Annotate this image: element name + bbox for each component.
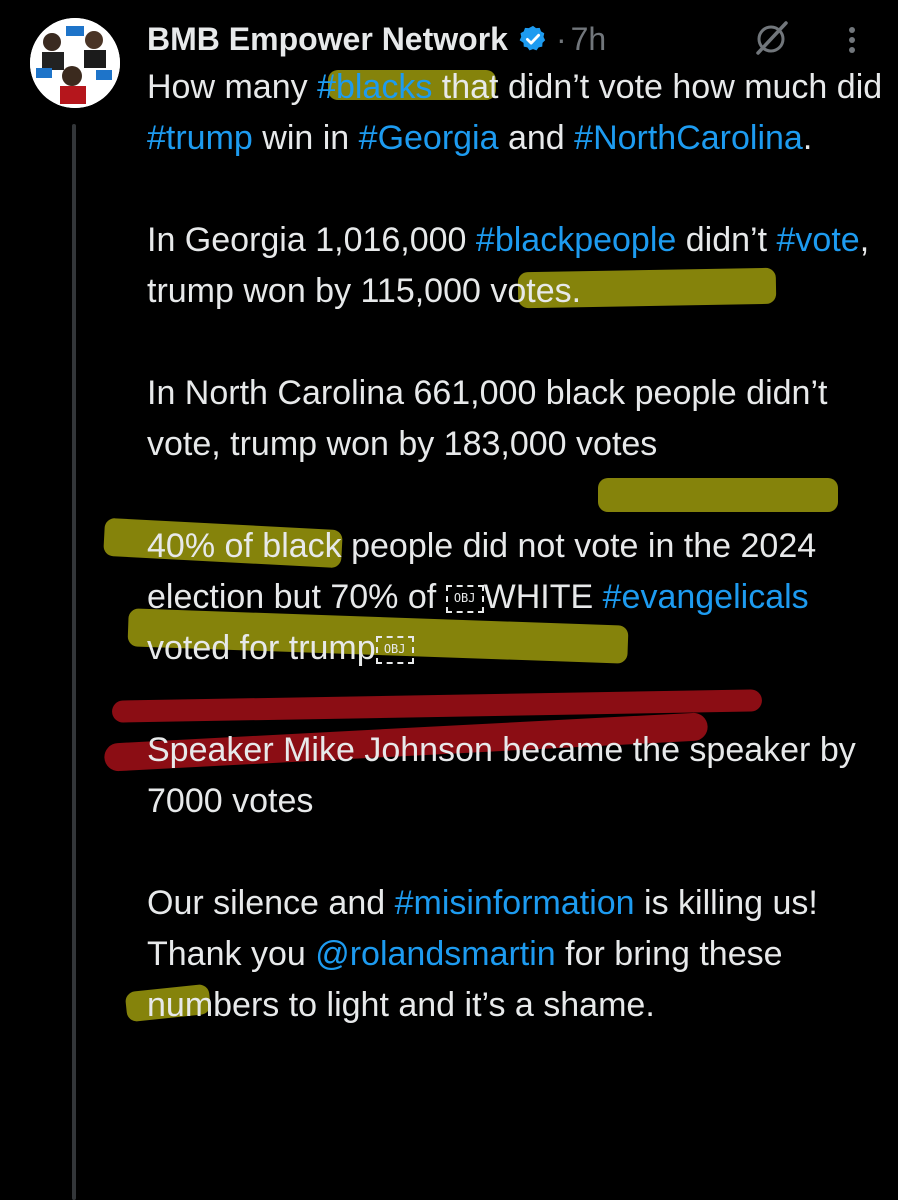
tweet-paragraph: Speaker Mike Johnson became the speaker … bbox=[147, 725, 887, 827]
tweet-text-segment: voted for trump bbox=[147, 629, 376, 667]
tweet-paragraph: How many #blacks that didn’t vote how mu… bbox=[147, 62, 887, 164]
more-options-icon[interactable] bbox=[838, 22, 866, 58]
tweet-text-segment: Speaker Mike Johnson became the speaker … bbox=[147, 731, 856, 820]
tweet-paragraph: Our silence and #misinformation is killi… bbox=[147, 878, 887, 1031]
tweet-text: How many #blacks that didn’t vote how mu… bbox=[147, 62, 887, 1082]
display-name[interactable]: BMB Empower Network bbox=[147, 21, 508, 58]
tweet-text-segment: didn’t bbox=[676, 221, 777, 259]
tweet-text-segment: In Georgia 1,016,000 bbox=[147, 221, 476, 259]
avatar[interactable] bbox=[30, 18, 120, 108]
tweet-text-segment: In North Carolina 661,000 black people d… bbox=[147, 374, 828, 463]
hashtag-link[interactable]: #blacks bbox=[317, 68, 432, 106]
hashtag-link[interactable]: #misinformation bbox=[395, 884, 635, 922]
object-placeholder-glyph: OBJ bbox=[375, 636, 414, 665]
hashtag-link[interactable]: #blackpeople bbox=[476, 221, 676, 259]
thread-line bbox=[72, 124, 76, 1200]
tweet-text-segment: How many bbox=[147, 68, 318, 106]
hashtag-link[interactable]: #vote bbox=[777, 221, 860, 259]
tweet-paragraph: In North Carolina 661,000 black people d… bbox=[147, 368, 887, 470]
timestamp[interactable]: 7h bbox=[571, 21, 607, 58]
tweet-text-segment: and bbox=[498, 119, 575, 157]
verified-badge-icon[interactable] bbox=[518, 24, 548, 54]
tweet-paragraph: In Georgia 1,016,000 #blackpeople didn’t… bbox=[147, 215, 887, 317]
tweet-text-segment: win in bbox=[252, 119, 359, 157]
mention-link[interactable]: @rolandsmartin bbox=[315, 935, 556, 973]
hashtag-link[interactable]: #trump bbox=[147, 119, 253, 157]
hashtag-link[interactable]: #NorthCarolina bbox=[574, 119, 803, 157]
hashtag-link[interactable]: #evangelicals bbox=[603, 578, 809, 616]
tweet-text-segment: that didn’t vote how much did bbox=[432, 68, 883, 106]
separator-dot: · bbox=[555, 20, 567, 57]
avatar-image bbox=[30, 18, 120, 108]
hashtag-link[interactable]: #Georgia bbox=[359, 119, 499, 157]
tweet-paragraph: 40% of black people did not vote in the … bbox=[147, 521, 887, 674]
tweet-text-segment: . bbox=[802, 119, 813, 157]
tweet-text-segment: WHITE bbox=[483, 578, 603, 616]
tweet-text-segment: Our silence and bbox=[147, 884, 395, 922]
tweet-header: BMB Empower Network · 7h bbox=[147, 14, 606, 64]
object-placeholder-glyph: OBJ bbox=[445, 585, 484, 614]
grok-icon[interactable] bbox=[752, 18, 792, 58]
